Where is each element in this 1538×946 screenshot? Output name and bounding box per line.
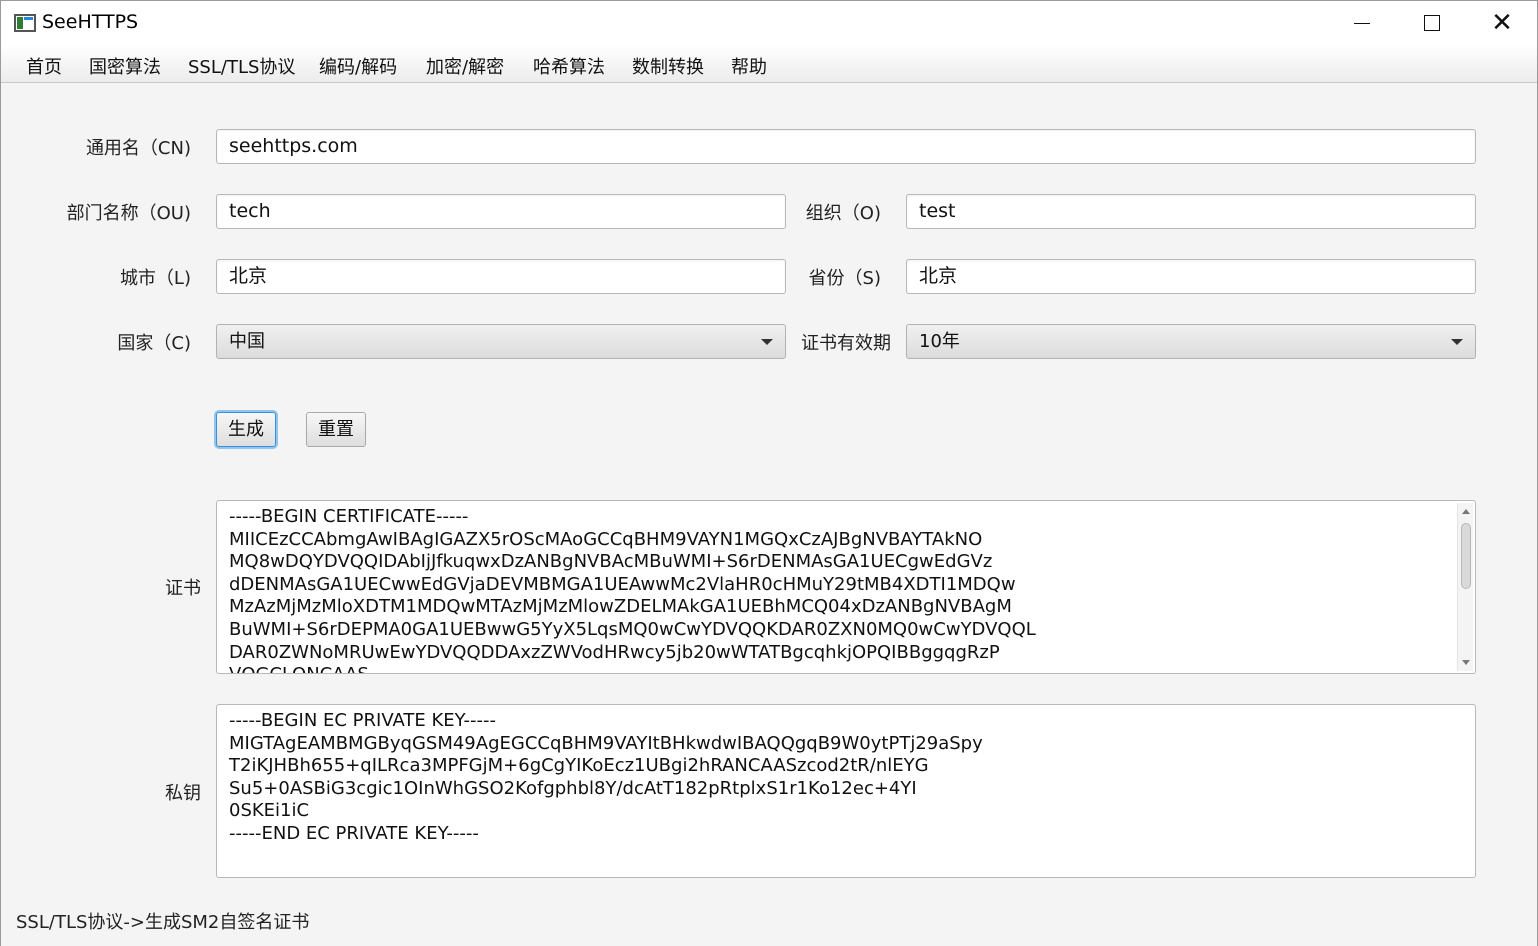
certificate-text: -----BEGIN CERTIFICATE----- MIICEzCCAbmg… (229, 506, 1036, 673)
ou-label: 部门名称（OU) (66, 203, 191, 224)
private-key-text: -----BEGIN EC PRIVATE KEY----- MIGTAgEAM… (229, 710, 983, 844)
reset-button[interactable]: 重置 (306, 412, 366, 447)
menu-encrypt-decrypt[interactable]: 加密/解密 (426, 53, 504, 79)
cn-input[interactable]: seehttps.com (216, 129, 1476, 164)
minimize-icon (1354, 22, 1370, 24)
country-select[interactable]: 中国 (216, 324, 786, 359)
generate-button[interactable]: 生成 (216, 412, 276, 447)
close-icon: ✕ (1491, 8, 1513, 38)
private-key-textarea[interactable]: -----BEGIN EC PRIVATE KEY----- MIGTAgEAM… (216, 704, 1476, 878)
cn-label: 通用名（CN) (85, 138, 191, 159)
maximize-icon (1424, 15, 1440, 31)
validity-select-value: 10年 (919, 331, 960, 352)
menu-help[interactable]: 帮助 (731, 53, 767, 79)
window-title: SeeHTTPS (42, 11, 139, 33)
app-icon (14, 14, 36, 32)
validity-select[interactable]: 10年 (906, 324, 1476, 359)
chevron-down-icon (1451, 339, 1463, 345)
l-label: 城市（L) (119, 268, 191, 289)
country-select-value: 中国 (229, 331, 265, 352)
certificate-label: 证书 (165, 578, 201, 599)
s-label: 省份（S) (808, 268, 881, 289)
scroll-down-icon[interactable] (1462, 660, 1470, 665)
menu-encode-decode[interactable]: 编码/解码 (319, 53, 397, 79)
scroll-up-icon[interactable] (1462, 509, 1470, 514)
c-label: 国家（C) (117, 333, 191, 354)
menu-home[interactable]: 首页 (26, 53, 62, 79)
close-button[interactable]: ✕ (1467, 1, 1537, 45)
ou-input[interactable]: tech (216, 194, 786, 229)
menu-sm-algorithms[interactable]: 国密算法 (89, 53, 161, 79)
private-key-label: 私钥 (165, 783, 201, 804)
title-bar: SeeHTTPS ✕ (1, 1, 1537, 45)
menu-ssl-tls[interactable]: SSL/TLS协议 (188, 53, 295, 79)
status-bar: SSL/TLS协议->生成SM2自签名证书 (16, 912, 310, 933)
menu-bar: 首页 国密算法 SSL/TLS协议 编码/解码 加密/解密 哈希算法 数制转换 … (1, 45, 1537, 83)
scroll-thumb[interactable] (1461, 523, 1471, 589)
l-input[interactable]: 北京 (216, 259, 786, 294)
minimize-button[interactable] (1327, 1, 1397, 45)
maximize-button[interactable] (1397, 1, 1467, 45)
certificate-textarea[interactable]: -----BEGIN CERTIFICATE----- MIICEzCCAbmg… (216, 500, 1476, 674)
menu-hash[interactable]: 哈希算法 (533, 53, 605, 79)
o-input[interactable]: test (906, 194, 1476, 229)
validity-label: 证书有效期 (801, 333, 891, 354)
s-input[interactable]: 北京 (906, 259, 1476, 294)
certificate-scrollbar[interactable] (1457, 503, 1473, 671)
app-window: SeeHTTPS ✕ 首页 国密算法 SSL/TLS协议 编码/解码 加密/解密… (0, 0, 1538, 946)
o-label: 组织（O) (805, 203, 881, 224)
chevron-down-icon (761, 339, 773, 345)
menu-number-base[interactable]: 数制转换 (632, 53, 704, 79)
